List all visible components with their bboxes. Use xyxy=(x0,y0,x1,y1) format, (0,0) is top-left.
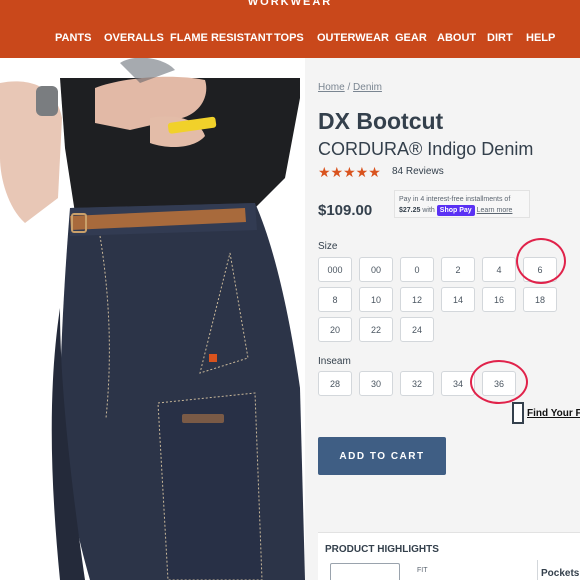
shop-pay-line2: $27.25 with Shop Pay Learn more xyxy=(399,205,525,216)
product-page: WORKWEAR PANTS OVERALLS FLAME RESISTANT … xyxy=(0,0,580,580)
size-option-14[interactable]: 14 xyxy=(441,287,475,312)
breadcrumb-home[interactable]: Home xyxy=(318,82,345,93)
nav-help[interactable]: HELP xyxy=(526,32,555,44)
product-subtitle: CORDURA® Indigo Denim xyxy=(318,139,534,159)
highlight-fit-label: FIT xyxy=(417,567,428,574)
size-option-18[interactable]: 18 xyxy=(523,287,557,312)
nav-pants[interactable]: PANTS xyxy=(55,32,91,44)
find-your-fit-label[interactable]: Find Your F xyxy=(527,408,580,419)
inseam-label: Inseam xyxy=(318,356,351,367)
size-option-8[interactable]: 8 xyxy=(318,287,352,312)
inseam-option-30[interactable]: 30 xyxy=(359,371,393,396)
reviews-link[interactable]: 84 Reviews xyxy=(392,166,444,177)
nav-overalls[interactable]: OVERALLS xyxy=(104,32,164,44)
site-header: WORKWEAR PANTS OVERALLS FLAME RESISTANT … xyxy=(0,0,580,58)
breadcrumb-denim[interactable]: Denim xyxy=(353,82,382,93)
nav-gear[interactable]: GEAR xyxy=(395,32,427,44)
size-option-10[interactable]: 10 xyxy=(359,287,393,312)
annotation-circle-size xyxy=(516,238,566,284)
inseam-option-32[interactable]: 32 xyxy=(400,371,434,396)
nav-flame-resistant[interactable]: FLAME RESISTANT xyxy=(170,32,272,44)
ruler-icon xyxy=(512,402,524,424)
size-option-000[interactable]: 000 xyxy=(318,257,352,282)
product-highlights-title: PRODUCT HIGHLIGHTS xyxy=(325,544,439,555)
breadcrumb-separator: / xyxy=(347,82,351,93)
shop-pay-installments: Pay in 4 interest-free installments of $… xyxy=(394,190,530,218)
size-option-24[interactable]: 24 xyxy=(400,317,434,342)
nav-dirt[interactable]: DIRT xyxy=(487,32,513,44)
size-option-00[interactable]: 00 xyxy=(359,257,393,282)
shop-pay-with: with xyxy=(422,207,435,214)
inseam-option-28[interactable]: 28 xyxy=(318,371,352,396)
find-your-fit-link[interactable]: Find Your F xyxy=(512,402,580,424)
size-option-0[interactable]: 0 xyxy=(400,257,434,282)
product-photo[interactable] xyxy=(0,58,305,580)
add-to-cart-button[interactable]: ADD TO CART xyxy=(318,437,446,475)
annotation-circle-inseam xyxy=(470,360,528,404)
nav-tops[interactable]: TOPS xyxy=(274,32,304,44)
product-highlights: PRODUCT HIGHLIGHTS FIT Pockets xyxy=(318,532,580,580)
nav-outerwear[interactable]: OUTERWEAR xyxy=(317,32,389,44)
size-option-2[interactable]: 2 xyxy=(441,257,475,282)
highlight-divider xyxy=(537,560,538,580)
main-nav: PANTS OVERALLS FLAME RESISTANT TOPS OUTE… xyxy=(0,32,580,46)
product-title: DX Bootcut xyxy=(318,108,444,134)
shop-pay-logo: Shop Pay xyxy=(436,205,475,216)
highlight-pockets-label: Pockets xyxy=(541,568,580,579)
size-option-4[interactable]: 4 xyxy=(482,257,516,282)
product-photo-illustration xyxy=(0,58,305,580)
shop-pay-text: Pay in 4 interest-free installments of xyxy=(399,196,511,203)
size-label: Size xyxy=(318,241,338,252)
size-option-12[interactable]: 12 xyxy=(400,287,434,312)
size-option-20[interactable]: 20 xyxy=(318,317,352,342)
size-option-22[interactable]: 22 xyxy=(359,317,393,342)
size-option-16[interactable]: 16 xyxy=(482,287,516,312)
star-rating-icon: ★★★★★ xyxy=(318,164,381,180)
product-price: $109.00 xyxy=(318,202,373,219)
nav-about[interactable]: ABOUT xyxy=(437,32,476,44)
learn-more-link[interactable]: Learn more xyxy=(477,207,513,214)
brand-logo[interactable]: WORKWEAR xyxy=(0,0,580,8)
breadcrumb: Home / Denim xyxy=(318,82,382,93)
installment-amount: $27.25 xyxy=(399,207,421,214)
pants-sketch-icon xyxy=(330,563,400,580)
